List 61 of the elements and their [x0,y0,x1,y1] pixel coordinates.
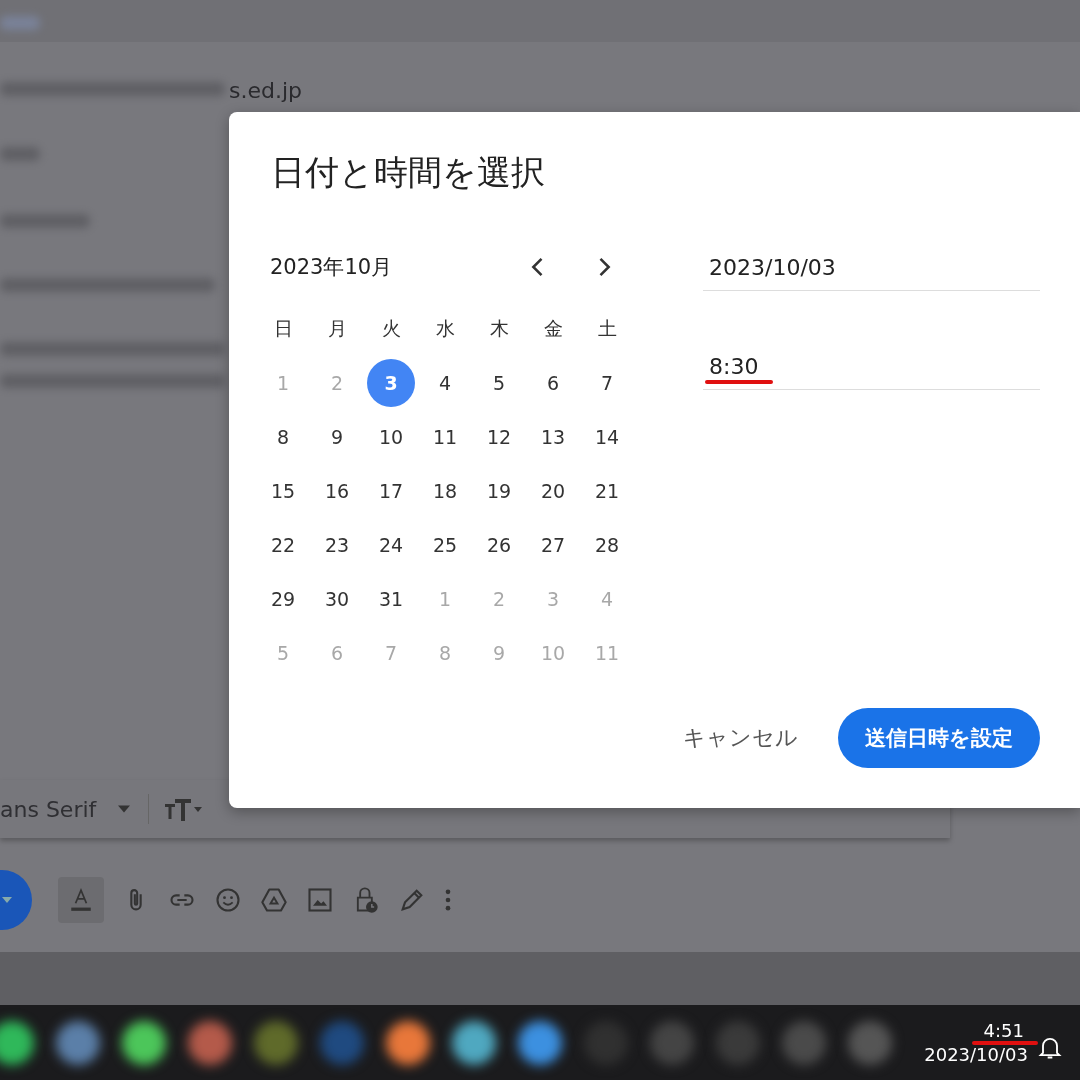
clock-time: 4:51 [983,1019,1024,1041]
calendar-day[interactable]: 11 [421,413,469,461]
app-icon[interactable] [452,1020,496,1065]
date-field[interactable]: 2023/10/03 [703,250,1040,291]
weekday-label: 金 [542,316,564,341]
calendar-day[interactable]: 22 [259,521,307,569]
weekday-label: 日 [272,316,294,341]
calendar-day[interactable]: 17 [367,467,415,515]
dialog-title: 日付と時間を選択 [271,151,546,194]
cancel-button[interactable]: キャンセル [671,713,810,763]
caret-icon [2,897,12,903]
weekday-label: 水 [434,316,456,341]
caret-icon [118,805,131,813]
calendar-day[interactable]: 16 [313,467,361,515]
calendar-day[interactable]: 30 [313,575,361,623]
calendar-day[interactable]: 5 [475,359,523,407]
pen-icon[interactable] [398,886,426,914]
recipient-address: s.ed.jp [229,77,303,103]
text-size-icon[interactable] [163,797,204,821]
image-icon[interactable] [306,886,334,914]
app-icon[interactable] [254,1020,298,1065]
schedule-send-button[interactable]: 送信日時を設定 [838,708,1040,768]
calendar-day[interactable]: 8 [259,413,307,461]
calendar-day[interactable]: 29 [259,575,307,623]
clock-date: 2023/10/03 [924,1042,1028,1067]
weekday-label: 月 [326,316,348,341]
calendar-day[interactable]: 12 [475,413,523,461]
calendar-day[interactable]: 24 [367,521,415,569]
calendar-day[interactable]: 18 [421,467,469,515]
text-color-icon[interactable] [58,877,104,923]
calendar-day[interactable]: 27 [529,521,577,569]
calendar-day[interactable]: 6 [529,359,577,407]
app-icon[interactable] [386,1020,430,1065]
calendar-day[interactable]: 31 [367,575,415,623]
app-icon[interactable] [56,1020,100,1065]
triangle-icon[interactable] [260,886,288,914]
weekday-label: 火 [380,316,402,341]
calendar-day[interactable]: 20 [529,467,577,515]
calendar-day[interactable]: 13 [529,413,577,461]
calendar-day[interactable]: 7 [583,359,631,407]
calendar-day[interactable]: 4 [421,359,469,407]
calendar-day[interactable]: 28 [583,521,631,569]
weekday-label: 土 [596,316,618,341]
calendar-day[interactable]: 25 [421,521,469,569]
weekday-label: 木 [488,316,510,341]
calendar-day[interactable]: 23 [313,521,361,569]
calendar-day[interactable]: 21 [583,467,631,515]
app-icon[interactable] [122,1020,166,1065]
calendar-day[interactable]: 3 [367,359,415,407]
calendar-day[interactable]: 10 [367,413,415,461]
app-icon[interactable] [518,1020,562,1065]
month-label: 2023年10月 [270,254,394,281]
calendar-day[interactable]: 14 [583,413,631,461]
app-icon[interactable] [0,1020,34,1065]
send-options-button[interactable] [0,870,32,930]
calendar-day[interactable]: 15 [259,467,307,515]
calendar-day[interactable]: 9 [313,413,361,461]
calendar-day[interactable]: 26 [475,521,523,569]
calendar-day[interactable]: 19 [475,467,523,515]
app-icon[interactable] [188,1020,232,1065]
emoji-icon[interactable] [214,886,242,914]
